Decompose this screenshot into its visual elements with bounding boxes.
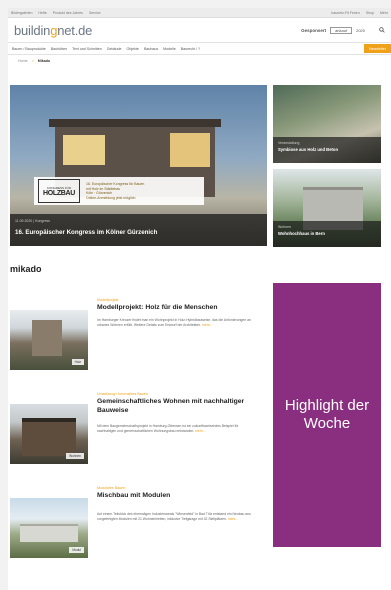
side-teaser-1[interactable]: Veranstaltung Symbiose aus Holz und Beto… — [273, 85, 381, 163]
nav-item-bauhuetten[interactable]: Bauhütten — [51, 47, 67, 51]
highlight-text: Highlight der Woche — [284, 397, 370, 432]
utility-link-fit[interactable]: baunetz-Fit Ferien — [331, 11, 359, 15]
article-tag: Modul — [69, 547, 84, 553]
hero-caption: 11.09.2020 | Kongress 16. Europäischer K… — [10, 214, 267, 246]
hero-teaser[interactable]: KONGRESS FÜR HOLZBAU 16. Europäischer Ko… — [10, 85, 267, 246]
nav-item-text[interactable]: Text und Schnitten — [72, 47, 102, 51]
article-item[interactable]: Holz Modellprojekt Modellprojekt: Holz f… — [10, 298, 260, 382]
nav-item-bauhaus[interactable]: Bauhaus — [144, 47, 158, 51]
sponsor-logo[interactable]: ankauf — [330, 26, 353, 34]
breadcrumb-current: Mikado — [37, 59, 51, 63]
side-teaser-2-kicker: Wohnen — [278, 225, 291, 229]
sponsor-year: 2020 — [356, 27, 365, 33]
newsletter-button[interactable]: Newsletter — [364, 44, 391, 53]
promo-text: 16. Europäischer Kongress für Bauen mit … — [86, 182, 145, 200]
section-title: mikado — [10, 264, 42, 274]
article-item[interactable]: Modul Modulares Bauen Mischbau mit Modul… — [10, 486, 260, 570]
main-nav: Bauen / Bauprodukte Bauhütten Text und S… — [8, 42, 391, 55]
nav-item-modelle[interactable]: Modelle — [163, 47, 176, 51]
breadcrumb-home[interactable]: Home — [18, 59, 28, 63]
utility-link-shop[interactable]: Shop — [366, 11, 374, 15]
article-title[interactable]: Gemeinschaftliches Wohnen mit nachhaltig… — [97, 398, 262, 415]
holzbau-logo: KONGRESS FÜR HOLZBAU — [38, 179, 80, 203]
sponsor-block: Gesponsert ankauf 2020 — [301, 26, 365, 34]
site-logo[interactable]: buildingnet.de — [14, 23, 92, 38]
article-title[interactable]: Modellprojekt: Holz für die Menschen — [97, 304, 262, 313]
article-kicker: Modulares Bauen — [97, 486, 126, 490]
breadcrumb: Home > Mikado — [8, 55, 391, 67]
hero-promo-banner[interactable]: KONGRESS FÜR HOLZBAU 16. Europäischer Ko… — [34, 177, 204, 205]
hero-title[interactable]: 16. Europäischer Kongress im Kölner Gürz… — [15, 229, 157, 236]
utility-link-more[interactable]: Mehr — [380, 11, 388, 15]
nav-item-baurecht[interactable]: Baurecht / ? — [181, 47, 200, 51]
side-teaser-2-caption: Wohnen Wohnhochhaus in Bern — [273, 221, 381, 247]
search-icon[interactable] — [379, 27, 385, 33]
read-more-link[interactable]: mehr... — [202, 323, 212, 327]
hero-meta: 11.09.2020 | Kongress — [15, 219, 50, 223]
read-more-link[interactable]: mehr... — [228, 517, 238, 521]
utility-link-galleries[interactable]: Bildergalerien — [11, 11, 32, 15]
article-kicker: Modellprojekt — [97, 298, 119, 302]
utility-link-issues[interactable]: Hefte — [38, 11, 46, 15]
article-tag: Wohnen — [66, 453, 84, 459]
article-tag: Holz — [71, 359, 84, 365]
side-teaser-1-title[interactable]: Symbiose aus Holz und Beton — [278, 147, 374, 152]
article-title[interactable]: Mischbau mit Modulen — [97, 492, 262, 501]
side-teaser-1-caption: Veranstaltung Symbiose aus Holz und Beto… — [273, 137, 381, 163]
article-body: Mit dem Baugemeinschaftsprojekt in Hambu… — [97, 424, 239, 433]
article-body: Auf einem Teilstück des ehemaligen Indus… — [97, 512, 251, 521]
utility-bar: Bildergalerien Hefte Produkt des Jahres … — [8, 8, 391, 18]
side-teaser-2-title[interactable]: Wohnhochhaus in Bern — [278, 231, 374, 236]
header: buildingnet.de Gesponsert ankauf 2020 — [8, 18, 391, 42]
article-thumbnail[interactable]: Modul — [10, 498, 88, 558]
nav-item-gebaeude[interactable]: Gebäude — [107, 47, 122, 51]
utility-link-service[interactable]: Service — [89, 11, 101, 15]
nav-item-bauprodukte[interactable]: Bauen / Bauprodukte — [12, 47, 46, 51]
side-teaser-2[interactable]: Wohnen Wohnhochhaus in Bern — [273, 169, 381, 247]
article-thumbnail[interactable]: Wohnen — [10, 404, 88, 464]
utility-link-product-of-year[interactable]: Produkt des Jahres — [53, 11, 83, 15]
article-body: Im Hamburger Kreuzer findet man ein Wohn… — [97, 318, 251, 327]
article-item[interactable]: Wohnen Umsetzung / Innovatives Bauen Gem… — [10, 392, 260, 476]
nav-item-objekte[interactable]: Objekte — [127, 47, 139, 51]
sponsor-label: Gesponsert — [301, 27, 327, 33]
highlight-of-week-box[interactable]: Highlight der Woche — [273, 283, 381, 547]
read-more-link[interactable]: mehr... — [195, 429, 205, 433]
article-kicker: Umsetzung / Innovatives Bauen — [97, 392, 148, 396]
side-teaser-1-kicker: Veranstaltung — [278, 141, 300, 145]
breadcrumb-separator: > — [31, 59, 34, 63]
article-thumbnail[interactable]: Holz — [10, 310, 88, 370]
